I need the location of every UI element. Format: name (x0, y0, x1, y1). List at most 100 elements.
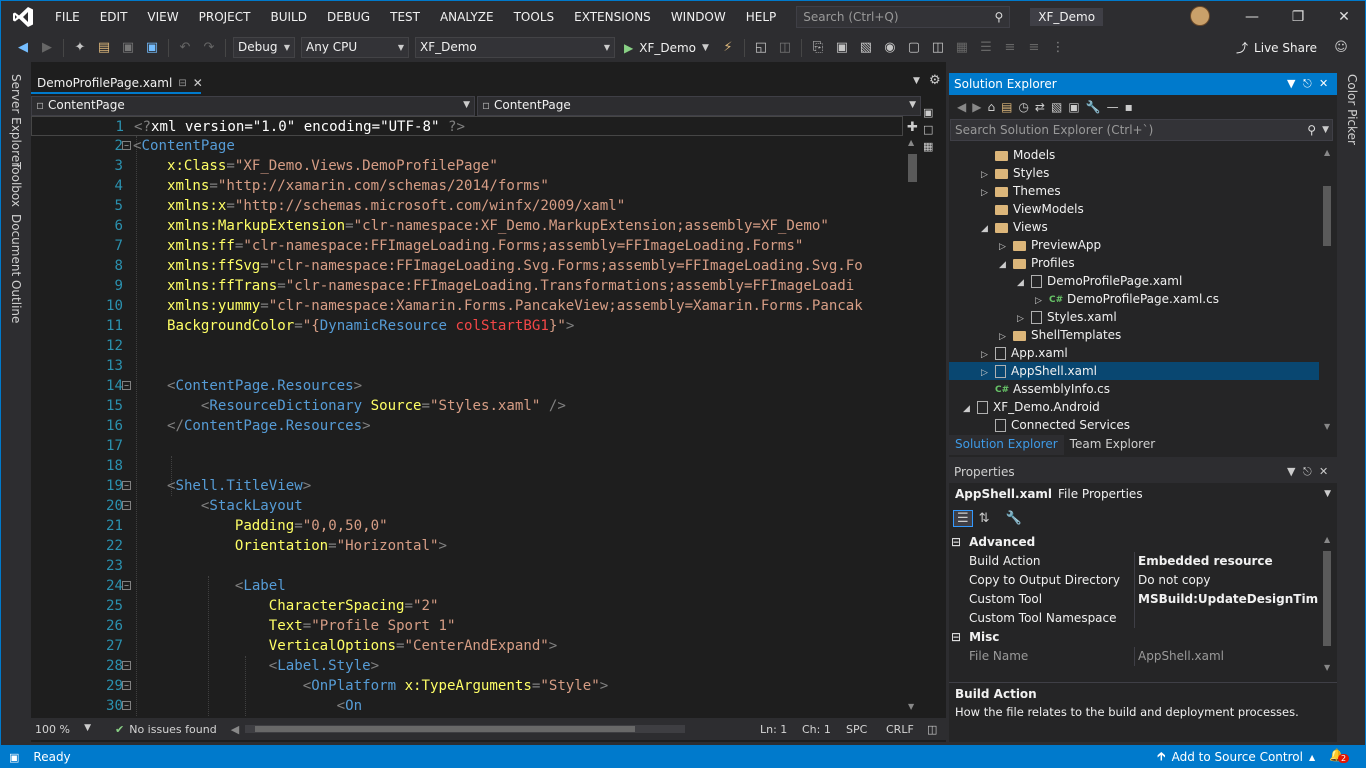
history-icon[interactable]: ◷ (1018, 100, 1028, 114)
toolbox-tab[interactable]: Toolbox (9, 162, 23, 207)
code-line[interactable]: 28− <Label.Style> (31, 656, 903, 676)
solution-explorer-bottom-tab[interactable]: Solution Explorer (949, 435, 1064, 455)
menu-debug[interactable]: DEBUG (317, 1, 380, 33)
code-line[interactable]: 27 VerticalOptions="CenterAndExpand"> (31, 636, 903, 656)
close-panel-icon[interactable]: ✕ (1319, 461, 1328, 483)
save-all-icon[interactable]: ▣ (141, 37, 163, 59)
property-row[interactable]: Custom Tool Namespace (949, 609, 1319, 628)
open-file-icon[interactable]: ▤ (93, 37, 115, 59)
code-line[interactable]: 9 xmlns:ffTrans="clr-namespace:FFImageLo… (31, 276, 903, 296)
property-value[interactable]: Embedded resource (1138, 552, 1318, 571)
split-icon[interactable]: ✚ (907, 120, 918, 135)
tree-item[interactable]: ▷ C# DemoProfilePage.xaml.cs (949, 290, 1319, 308)
home-icon[interactable]: ⌂ (987, 100, 995, 114)
tree-item[interactable]: ◢ XF_Demo.Android (949, 398, 1319, 416)
h-scroll-left-icon[interactable]: ◀ (231, 723, 239, 736)
add-to-source-control-button[interactable]: 🡱 Add to Source Control ▲ (1157, 747, 1315, 768)
team-explorer-bottom-tab[interactable]: Team Explorer (1064, 435, 1162, 455)
code-line[interactable]: 7 xmlns:ff="clr-namespace:FFImageLoading… (31, 236, 903, 256)
properties-object-selector[interactable]: AppShell.xaml File Properties ▼ (949, 483, 1337, 505)
code-line[interactable]: 18 (31, 456, 903, 476)
tree-item[interactable]: C# AssemblyInfo.cs (949, 380, 1319, 398)
property-value[interactable]: AppShell.xaml (1138, 647, 1318, 666)
code-line[interactable]: 22 Orientation="Horizontal"> (31, 536, 903, 556)
scroll-down-icon[interactable]: ▼ (908, 702, 914, 711)
browser-link-icon[interactable]: ◱ (750, 37, 772, 59)
tree-item[interactable]: Connected Services (949, 416, 1319, 434)
color-picker-tab[interactable]: Color Picker (1345, 74, 1359, 145)
new-project-icon[interactable]: ✦ (69, 37, 91, 59)
menu-edit[interactable]: EDIT (90, 1, 138, 33)
tree-item[interactable]: Models (949, 146, 1319, 164)
undo-icon[interactable]: ↶ (174, 37, 196, 59)
save-icon[interactable]: ▣ (117, 37, 139, 59)
menu-test[interactable]: TEST (380, 1, 430, 33)
code-line[interactable]: 23 (31, 556, 903, 576)
nav-bar-left[interactable]: ▫ ContentPage ▼ (31, 96, 475, 116)
collapse-region-icon[interactable]: − (122, 481, 131, 490)
hot-reload-icon[interactable]: ⚡ (717, 37, 739, 59)
alphabetical-icon[interactable]: ⇅ (979, 511, 990, 526)
code-line[interactable]: 1 <?xml version="1.0" encoding="UTF-8" ?> (31, 116, 903, 136)
property-category[interactable]: ⊟ Advanced (949, 533, 1319, 552)
properties-wrench-icon[interactable]: 🔧 (1086, 100, 1101, 114)
toolbar-tool-icon[interactable]: ◫ (774, 37, 796, 59)
menu-project[interactable]: PROJECT (189, 1, 261, 33)
code-line[interactable]: 6 xmlns:MarkupExtension="clr-namespace:X… (31, 216, 903, 236)
show-all-files-icon[interactable]: ▣ (1068, 100, 1079, 114)
property-grid-scrollbar[interactable]: ▲ ▼ (1321, 533, 1335, 679)
property-row[interactable]: Copy to Output Directory Do not copy (949, 571, 1319, 590)
collapse-region-icon[interactable]: − (122, 581, 131, 590)
indent-icon[interactable]: ≡ (999, 37, 1021, 59)
code-line[interactable]: 8 xmlns:ffSvg="clr-namespace:FFImageLoad… (31, 256, 903, 276)
property-pages-wrench-icon[interactable]: 🔧 (1006, 511, 1022, 526)
close-tab-icon[interactable]: ✕ (193, 76, 203, 90)
menu-help[interactable]: HELP (736, 1, 787, 33)
code-line[interactable]: 24− <Label (31, 576, 903, 596)
code-line[interactable]: 2− <ContentPage (31, 136, 903, 156)
server-explorer-tab[interactable]: Server Explorer (9, 74, 23, 167)
property-row[interactable]: Custom Tool MSBuild:UpdateDesignTimeXam (949, 590, 1319, 609)
minus-icon[interactable]: — (1107, 100, 1119, 114)
code-line[interactable]: 5 xmlns:x="http://schemas.microsoft.com/… (31, 196, 903, 216)
code-line[interactable]: 26 Text="Profile Sport 1" (31, 616, 903, 636)
code-text-area[interactable]: 1 <?xml version="1.0" encoding="UTF-8" ?>… (31, 116, 903, 716)
code-line[interactable]: 13 (31, 356, 903, 376)
forward-icon[interactable]: ▶ (972, 100, 981, 114)
collapse-region-icon[interactable]: − (122, 501, 131, 510)
code-line[interactable]: 29− <OnPlatform x:TypeArguments="Style"> (31, 676, 903, 696)
tree-item[interactable]: ▷ Styles.xaml (949, 308, 1319, 326)
code-line[interactable]: 4 xmlns="http://xamarin.com/schemas/2014… (31, 176, 903, 196)
h-scrollbar-thumb[interactable] (255, 726, 636, 732)
layout-icon[interactable]: ▦ (951, 37, 973, 59)
property-category[interactable]: ⊟ Misc (949, 628, 1319, 647)
tree-item[interactable]: ▷ AppShell.xaml (949, 362, 1319, 380)
code-line[interactable]: 25 CharacterSpacing="2" (31, 596, 903, 616)
pin-icon[interactable]: ⊟ (178, 78, 186, 89)
code-line[interactable]: 21 Padding="0,0,50,0" (31, 516, 903, 536)
menu-view[interactable]: VIEW (137, 1, 188, 33)
code-line[interactable]: 10 xmlns:yummy="clr-namespace:Xamarin.Fo… (31, 296, 903, 316)
property-row[interactable]: File Name AppShell.xaml (949, 647, 1319, 666)
collapse-all-icon[interactable]: ▧ (1051, 100, 1062, 114)
collapse-region-icon[interactable]: − (122, 661, 131, 670)
live-share-button[interactable]: ⤴ Live Share (1236, 39, 1317, 56)
collapse-category-icon[interactable]: ⊟ (951, 535, 961, 549)
document-tab[interactable]: DemoProfilePage.xaml ⊟ ✕ (31, 74, 203, 94)
code-line[interactable]: 11 BackgroundColor="{DynamicResource col… (31, 316, 903, 336)
back-icon[interactable]: ◀ (957, 100, 966, 114)
code-line[interactable]: 20− <StackLayout (31, 496, 903, 516)
terminal-icon[interactable]: ▧ (855, 37, 877, 59)
menu-analyze[interactable]: ANALYZE (430, 1, 504, 33)
collapse-region-icon[interactable]: − (122, 141, 131, 150)
screen-icon[interactable]: ▢ (903, 37, 925, 59)
preview-icon[interactable]: ▣ (923, 106, 945, 119)
sync-icon[interactable]: ⇄ (1035, 100, 1045, 114)
restore-button[interactable]: ❐ (1275, 1, 1321, 33)
tree-item[interactable]: ◢ Views (949, 218, 1319, 236)
tab-list-dropdown-icon[interactable]: ▼ (913, 76, 920, 86)
nav-bar-right[interactable]: ▫ ContentPage ▼ (477, 96, 921, 116)
menu-extensions[interactable]: EXTENSIONS (564, 1, 661, 33)
scrollbar-thumb[interactable] (908, 154, 917, 182)
solution-explorer-search[interactable]: Search Solution Explorer (Ctrl+`) ⚲ ▼ (950, 119, 1333, 141)
